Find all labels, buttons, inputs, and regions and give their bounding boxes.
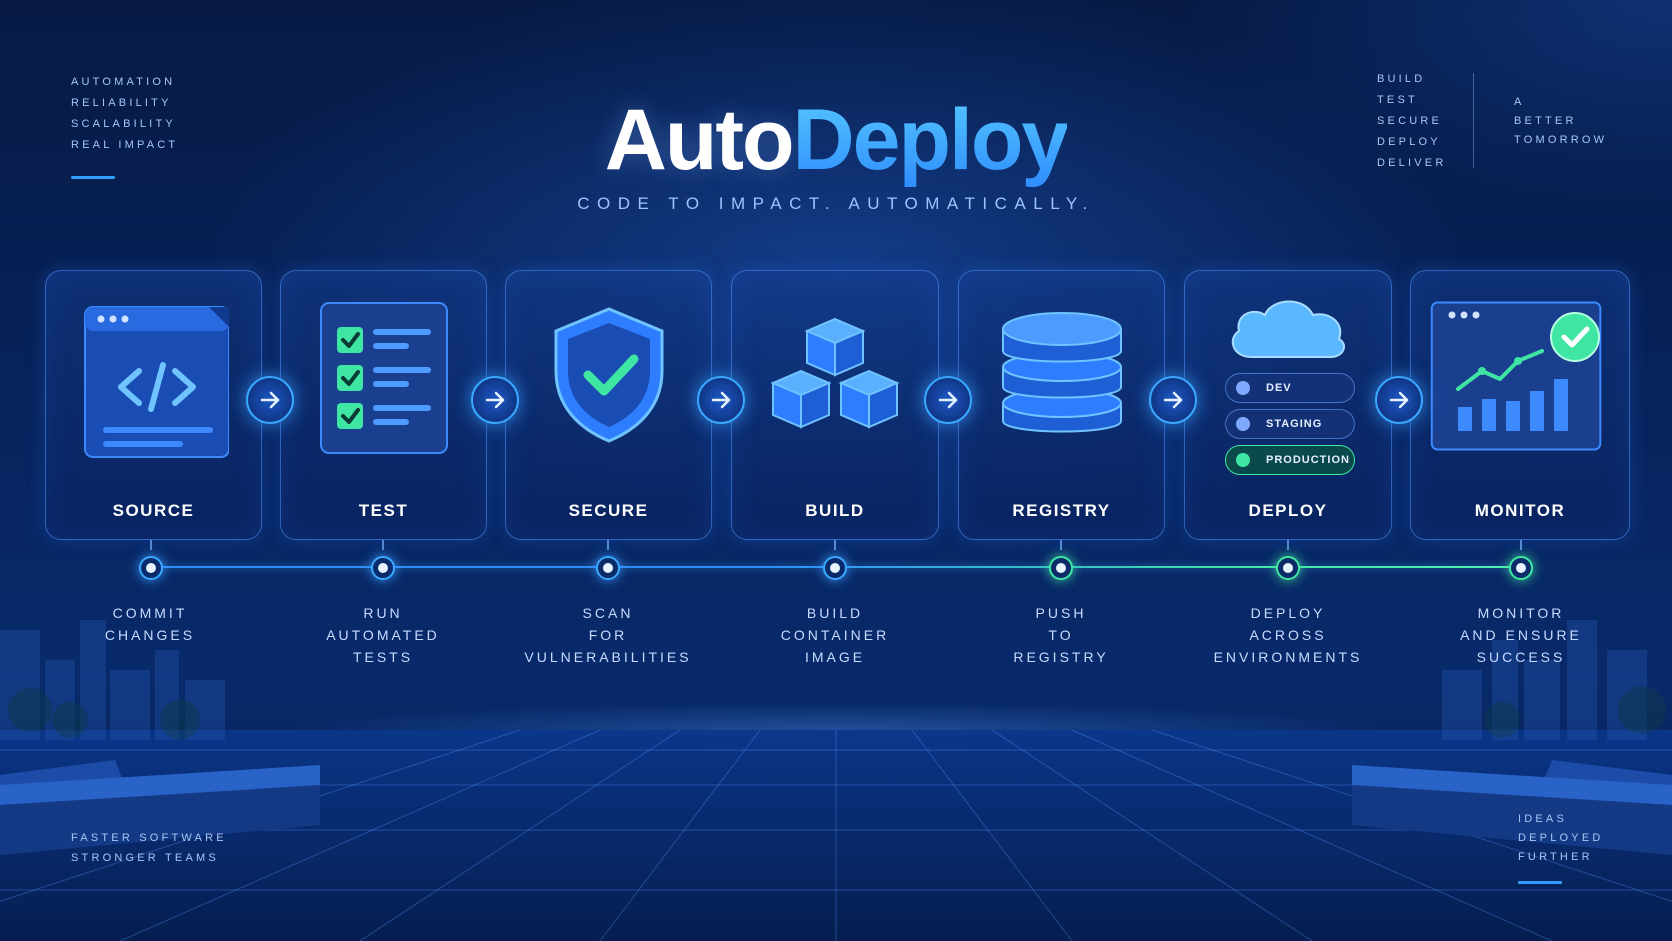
stage-card-test[interactable]: TEST — [280, 270, 487, 540]
stage-description-registry: PUSH TO REGISTRY — [961, 602, 1161, 668]
note-line: FURTHER — [1518, 851, 1593, 863]
stage-card-registry[interactable]: REGISTRY — [958, 270, 1165, 540]
stage-description-test: RUN AUTOMATED TESTS — [283, 602, 483, 668]
desc-line: ACROSS — [1249, 627, 1327, 643]
flow-arrow — [924, 376, 972, 424]
env-label: STAGING — [1266, 418, 1323, 430]
dashboard-chart-icon — [1411, 295, 1629, 455]
database-icon — [959, 299, 1164, 449]
accent-bar — [1518, 881, 1562, 884]
stage-description-source: COMMIT CHANGES — [50, 602, 250, 646]
desc-line: FOR — [588, 627, 628, 643]
desc-line: CHANGES — [104, 627, 196, 643]
timeline-node[interactable] — [139, 556, 163, 580]
stage-label: SECURE — [568, 501, 649, 520]
cubes-icon — [732, 299, 938, 449]
timeline-tick — [1520, 540, 1522, 550]
timeline-node[interactable] — [1049, 556, 1073, 580]
timeline-node[interactable] — [1276, 556, 1300, 580]
stage-label: DEPLOY — [1248, 501, 1328, 520]
desc-line: DEPLOY — [1250, 605, 1326, 621]
status-dot — [1236, 381, 1250, 395]
desc-line: IMAGE — [804, 649, 866, 665]
stage-description-secure: SCAN FOR VULNERABILITIES — [508, 602, 708, 668]
timeline-tick — [607, 540, 609, 550]
desc-line: VULNERABILITIES — [524, 649, 692, 665]
brand-title: AutoDeploy — [0, 90, 1672, 190]
timeline-tick — [1287, 540, 1289, 550]
stage-description-build: BUILD CONTAINER IMAGE — [735, 602, 935, 668]
timeline-tick — [1060, 540, 1062, 550]
stage-card-deploy[interactable]: DEV STAGING PRODUCTION DEPLOY — [1184, 270, 1392, 540]
env-label: PRODUCTION — [1266, 454, 1350, 466]
note-line: FASTER SOFTWARE — [71, 832, 227, 844]
arrow-right-icon — [938, 391, 958, 409]
timeline-node[interactable] — [371, 556, 395, 580]
stage-label: MONITOR — [1474, 501, 1566, 520]
flow-arrow — [1375, 376, 1423, 424]
status-dot — [1236, 453, 1250, 467]
stage-label: BUILD — [805, 501, 865, 520]
bottom-left-note: FASTER SOFTWARE STRONGER TEAMS — [71, 828, 227, 868]
note-line: IDEAS — [1518, 813, 1568, 825]
stage-card-source[interactable]: SOURCE — [45, 270, 262, 540]
env-label: DEV — [1266, 382, 1292, 394]
arrow-right-icon — [260, 391, 280, 409]
bottom-right-note: IDEAS DEPLOYED FURTHER — [1518, 810, 1604, 867]
timeline-tick — [150, 540, 152, 550]
desc-line: BUILD — [806, 605, 864, 621]
stage-label: SOURCE — [112, 501, 195, 520]
desc-line: AND ENSURE — [1460, 627, 1582, 643]
stage-description-monitor: MONITOR AND ENSURE SUCCESS — [1421, 602, 1621, 668]
desc-line: PUSH — [1035, 605, 1087, 621]
step-word: BUILD — [1377, 73, 1426, 85]
desc-line: SUCCESS — [1476, 649, 1566, 665]
stage-label: TEST — [358, 501, 409, 520]
shield-check-icon — [506, 299, 711, 449]
desc-line: AUTOMATED — [326, 627, 440, 643]
environment-list: DEV STAGING PRODUCTION — [1225, 373, 1355, 481]
timeline-tick — [834, 540, 836, 550]
flow-arrow — [697, 376, 745, 424]
checklist-icon — [281, 299, 486, 459]
timeline-tick — [382, 540, 384, 550]
env-pill-production[interactable]: PRODUCTION — [1225, 445, 1355, 475]
stage-card-secure[interactable]: SECURE — [505, 270, 712, 540]
flow-arrow — [246, 376, 294, 424]
env-pill-dev[interactable]: DEV — [1225, 373, 1355, 403]
timeline-node[interactable] — [596, 556, 620, 580]
arrow-right-icon — [485, 391, 505, 409]
title-part-auto: Auto — [604, 92, 795, 188]
arrow-right-icon — [1389, 391, 1409, 409]
desc-line: ENVIRONMENTS — [1213, 649, 1363, 665]
desc-line: REGISTRY — [1013, 649, 1109, 665]
tagline: CODE TO IMPACT. AUTOMATICALLY. — [577, 194, 1095, 213]
stage-card-build[interactable]: BUILD — [731, 270, 939, 540]
city-skyline-left — [0, 620, 225, 740]
title-part-deploy: Deploy — [792, 92, 1070, 188]
cloud-icon — [1185, 293, 1391, 363]
stage-card-monitor[interactable]: MONITOR — [1410, 270, 1630, 540]
flow-arrow — [1149, 376, 1197, 424]
desc-line: TO — [1048, 627, 1074, 643]
desc-line: TESTS — [352, 649, 414, 665]
flow-arrow — [471, 376, 519, 424]
code-window-icon — [46, 299, 261, 459]
desc-line: MONITOR — [1477, 605, 1565, 621]
note-line: DEPLOYED — [1518, 832, 1604, 844]
desc-line: RUN — [363, 605, 403, 621]
stage-description-deploy: DEPLOY ACROSS ENVIRONMENTS — [1188, 602, 1388, 668]
status-dot — [1236, 417, 1250, 431]
arrow-right-icon — [711, 391, 731, 409]
timeline-node[interactable] — [1509, 556, 1533, 580]
timeline-node[interactable] — [823, 556, 847, 580]
note-line: STRONGER TEAMS — [71, 852, 219, 864]
platform-right — [1352, 760, 1672, 855]
stage-label: REGISTRY — [1012, 501, 1111, 520]
arrow-right-icon — [1163, 391, 1183, 409]
desc-line: CONTAINER — [780, 627, 890, 643]
env-pill-staging[interactable]: STAGING — [1225, 409, 1355, 439]
desc-line: SCAN — [582, 605, 634, 621]
desc-line: COMMIT — [112, 605, 188, 621]
